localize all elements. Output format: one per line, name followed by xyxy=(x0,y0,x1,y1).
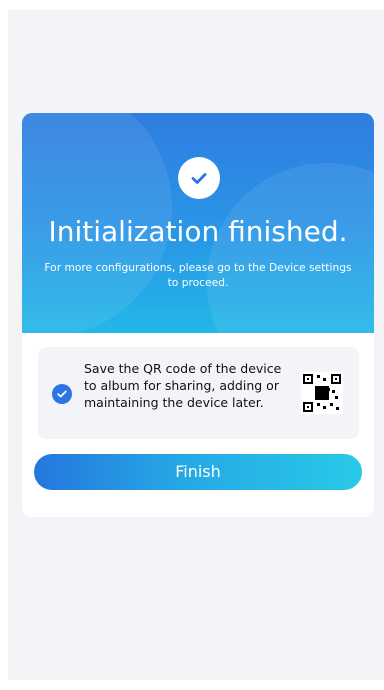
initialization-dialog: Initialization finished. For more config… xyxy=(22,113,374,517)
save-qr-text: Save the QR code of the device to album … xyxy=(84,361,282,410)
phone-screen: Initialization finished. For more config… xyxy=(0,0,384,690)
finish-button[interactable]: Finish xyxy=(34,454,362,490)
checkmark-icon xyxy=(57,390,67,398)
save-qr-option[interactable]: Save the QR code of the device to album … xyxy=(38,347,359,439)
dialog-subtitle: For more configurations, please go to th… xyxy=(44,261,352,289)
dialog-header: Initialization finished. For more config… xyxy=(22,113,374,333)
qr-code-icon xyxy=(301,372,343,414)
success-check-icon xyxy=(178,157,220,199)
save-qr-checkbox-icon[interactable] xyxy=(52,384,72,404)
check-icon xyxy=(191,173,207,184)
dialog-title: Initialization finished. xyxy=(48,215,348,248)
